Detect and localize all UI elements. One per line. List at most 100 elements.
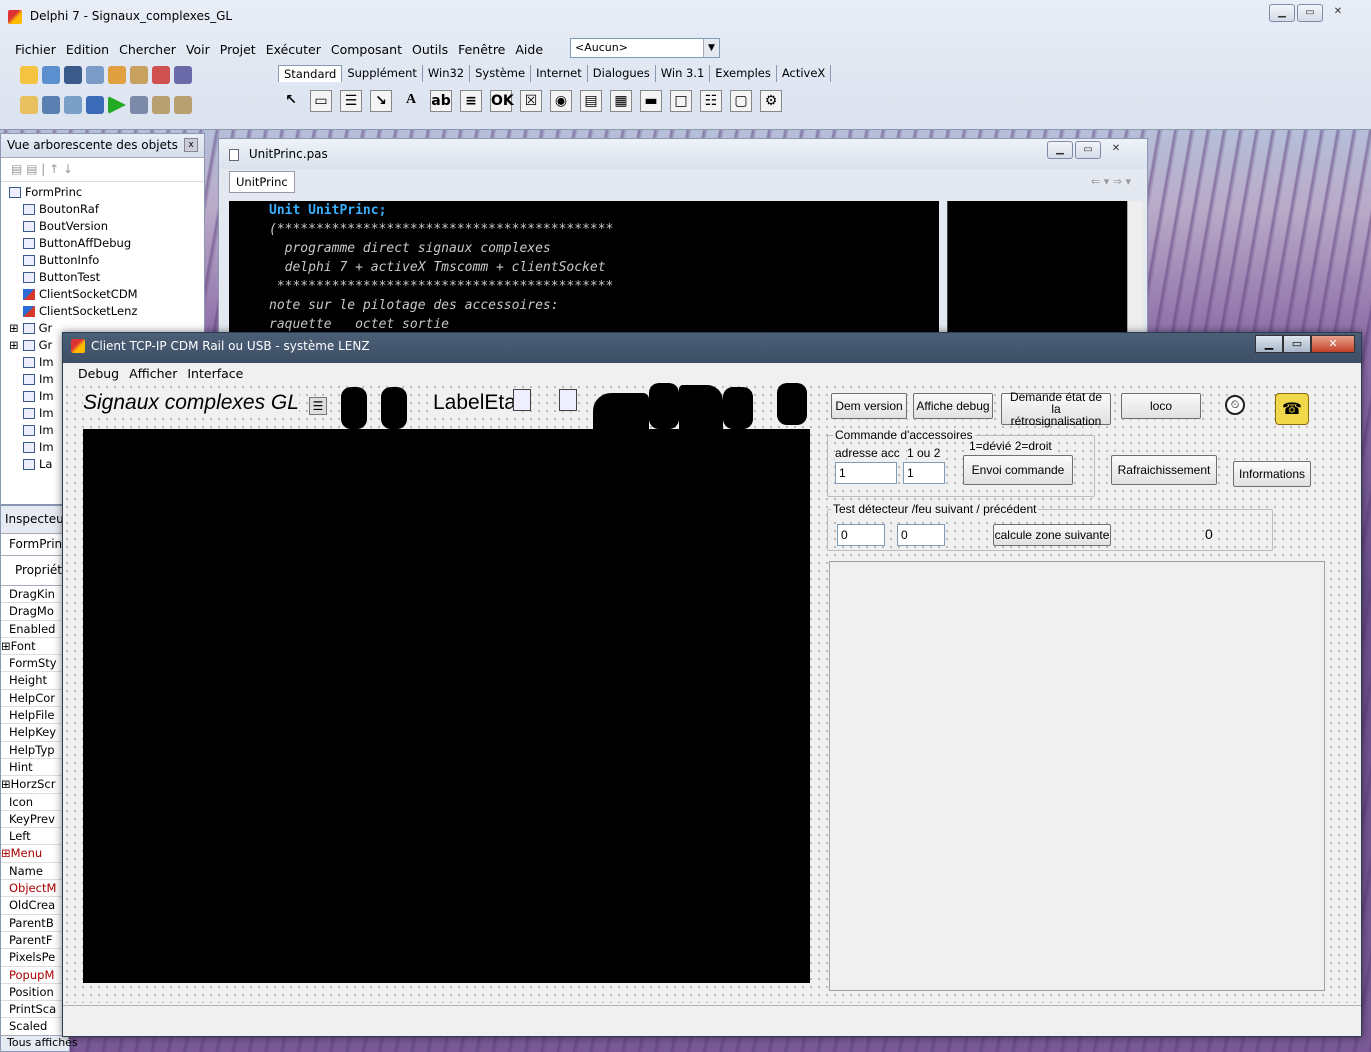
affiche-debug-button[interactable]: Affiche debug (913, 393, 993, 419)
editor-scrollbar[interactable] (1127, 201, 1143, 339)
new-form-icon[interactable] (86, 96, 104, 114)
tab-win32[interactable]: Win32 (423, 65, 471, 82)
tab-proprietes[interactable]: Propriété (1, 556, 69, 586)
nav-arrows-icon[interactable]: ⇐ ▾ ⇒ ▾ (1091, 175, 1131, 188)
radiogroup-icon[interactable]: ☷ (700, 90, 722, 112)
prop-row[interactable]: HelpFile (1, 707, 69, 725)
maximize-button[interactable]: ▭ (1075, 141, 1101, 159)
menu-projet[interactable]: Projet (215, 42, 261, 57)
close-button[interactable]: ✕ (1325, 4, 1351, 22)
run-icon[interactable] (108, 96, 126, 114)
groupbox-icon[interactable]: □ (670, 90, 692, 112)
tree-item[interactable]: FormPrinc (9, 184, 204, 201)
view-unit-icon[interactable] (20, 96, 38, 114)
calcule-zone-button[interactable]: calcule zone suivante (993, 524, 1111, 546)
prop-row[interactable]: Height (1, 672, 69, 690)
step-over-icon[interactable] (174, 96, 192, 114)
menu-fichier[interactable]: Fichier (10, 42, 61, 57)
prop-row[interactable]: ⊞Menu (1, 845, 69, 863)
tree-item[interactable]: BoutonRaf (9, 201, 204, 218)
label-icon[interactable]: A (400, 90, 422, 112)
expand-icon[interactable]: ⊞ (9, 320, 19, 337)
prop-row[interactable]: Name (1, 863, 69, 881)
tree-action-icon[interactable]: ▤ ▤ | ↑ ↓ (11, 162, 73, 176)
menu-fenetre[interactable]: Fenêtre (453, 42, 510, 57)
prop-row[interactable]: HelpTyp (1, 742, 69, 759)
prop-row[interactable]: ⊞HorzScr (1, 776, 69, 794)
menu-executer[interactable]: Exécuter (261, 42, 326, 57)
loco-button[interactable]: loco (1121, 393, 1201, 419)
menu-edition[interactable]: Edition (61, 42, 114, 57)
prop-row[interactable]: HelpCor (1, 690, 69, 708)
menu-aide[interactable]: Aide (510, 42, 548, 57)
open-project-icon[interactable] (108, 66, 126, 84)
tree-item[interactable]: ButtonInfo (9, 252, 204, 269)
inspector-object-combo[interactable]: FormPrinc (1, 534, 69, 556)
rafraichissement-button[interactable]: Rafraichissement (1111, 455, 1217, 485)
button-icon[interactable]: OK (490, 90, 514, 112)
prop-row[interactable]: ParentB (1, 915, 69, 932)
log-memo[interactable] (829, 561, 1325, 991)
chevron-down-icon[interactable]: ▼ (703, 39, 719, 57)
tree-item[interactable]: ClientSocketLenz (9, 303, 204, 320)
mainmenu-icon[interactable]: ☰ (340, 90, 362, 112)
tree-item[interactable]: ClientSocketCDM (9, 286, 204, 303)
prop-row[interactable]: ⊞Font (1, 638, 69, 656)
close-button[interactable]: ✕ (1311, 335, 1355, 353)
save-icon[interactable] (64, 66, 82, 84)
prop-row[interactable]: FormSty (1, 655, 69, 673)
test-field-1[interactable]: 0 (837, 524, 885, 546)
close-button[interactable]: ✕ (1103, 141, 1129, 159)
add-file-icon[interactable] (130, 66, 148, 84)
menu-debug[interactable]: Debug (73, 366, 124, 381)
envoi-commande-button[interactable]: Envoi commande (963, 455, 1073, 485)
prop-row[interactable]: HelpKey (1, 724, 69, 742)
tree-item[interactable]: BoutVersion (9, 218, 204, 235)
prop-row[interactable]: KeyPrev (1, 811, 69, 829)
prop-row[interactable]: Enabled (1, 621, 69, 638)
expand-icon[interactable]: ⊞ (9, 337, 19, 354)
component-combo[interactable]: <Aucun> ▼ (570, 38, 720, 58)
prop-row[interactable]: DragKin (1, 586, 69, 604)
maximize-button[interactable]: ▭ (1283, 335, 1311, 353)
menu-voir[interactable]: Voir (181, 42, 215, 57)
tab-dialogues[interactable]: Dialogues (588, 65, 656, 82)
prop-row[interactable]: ParentF (1, 932, 69, 950)
prop-row[interactable]: DragMo (1, 603, 69, 621)
radiobutton-icon[interactable]: ◉ (550, 90, 572, 112)
prop-row[interactable]: Position (1, 984, 69, 1002)
frame-icon[interactable]: ▭ (310, 90, 332, 112)
tab-internet[interactable]: Internet (531, 65, 588, 82)
actionlist-icon[interactable]: ⚙ (760, 90, 782, 112)
track-display-canvas[interactable] (83, 429, 810, 983)
save-all-icon[interactable] (86, 66, 104, 84)
prop-row[interactable]: PrintSca (1, 1001, 69, 1019)
menu-composant[interactable]: Composant (326, 42, 407, 57)
maximize-button[interactable]: ▭ (1297, 4, 1323, 22)
prop-row[interactable]: Icon (1, 794, 69, 811)
tab-exemples[interactable]: Exemples (710, 65, 777, 82)
demande-etat-button[interactable]: Demande état de la rétrosignalisation (1001, 391, 1111, 427)
prop-row[interactable]: Hint (1, 759, 69, 777)
panel-icon[interactable]: ▢ (730, 90, 752, 112)
scrollbar-icon[interactable]: ▬ (640, 90, 662, 112)
test-field-2[interactable]: 0 (897, 524, 945, 546)
informations-button[interactable]: Informations (1233, 461, 1311, 487)
tab-unitprinc[interactable]: UnitPrinc (229, 171, 295, 193)
open-icon[interactable] (42, 66, 60, 84)
new-icon[interactable] (20, 66, 38, 84)
memo-icon[interactable]: ≡ (460, 90, 482, 112)
minimize-button[interactable]: ▁ (1047, 141, 1073, 159)
tab-systeme[interactable]: Système (470, 65, 532, 82)
tree-item[interactable]: ButtonTest (9, 269, 204, 286)
tab-win31[interactable]: Win 3.1 (656, 65, 711, 82)
tab-standard[interactable]: Standard (278, 65, 343, 82)
sortie-input[interactable]: 1 (903, 462, 945, 484)
pointer-icon[interactable]: ↖ (280, 90, 302, 112)
tab-activex[interactable]: ActiveX (777, 65, 832, 82)
adresse-input[interactable]: 1 (835, 462, 897, 484)
menu-outils[interactable]: Outils (407, 42, 453, 57)
trace-into-icon[interactable] (152, 96, 170, 114)
menu-afficher[interactable]: Afficher (124, 366, 182, 381)
popupmenu-icon[interactable]: ↘ (370, 90, 392, 112)
